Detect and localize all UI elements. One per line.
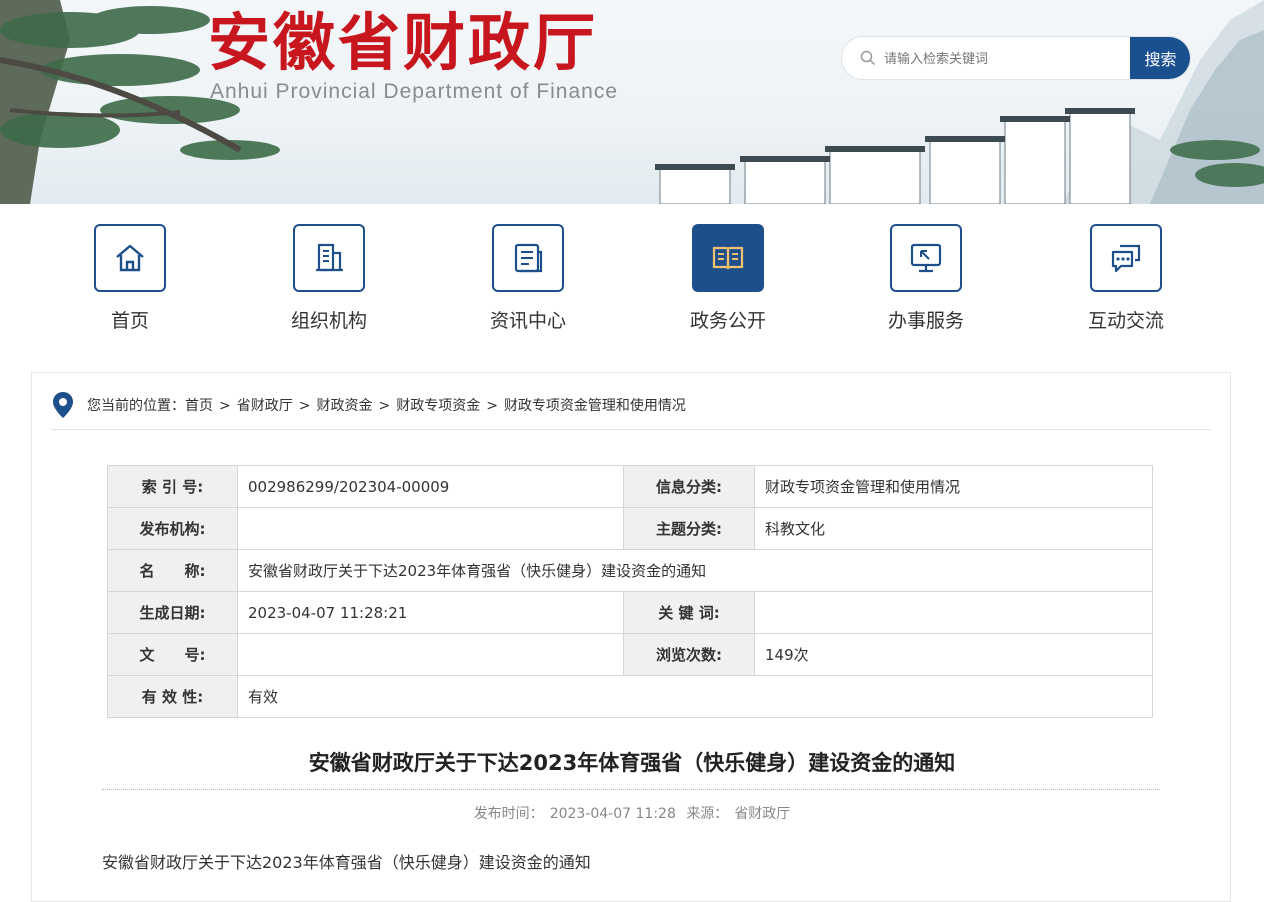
chat-icon [1111, 244, 1141, 273]
table-row: 生成日期: 2023-04-07 11:28:21 关 键 词: [107, 591, 1153, 634]
landscape-illustration [0, 0, 1264, 204]
breadcrumb-link-fund-management[interactable]: 财政专项资金管理和使用情况 [504, 398, 686, 414]
document-number-value [237, 633, 624, 676]
table-row: 发布机构: 主题分类: 科教文化 [107, 507, 1153, 550]
publisher-label: 发布机构: [107, 507, 238, 550]
search-box: 搜索 [841, 36, 1191, 80]
nav-label: 资讯中心 [489, 310, 566, 332]
site-subtitle: Anhui Provincial Department of Finance [210, 80, 619, 103]
main-nav: 首页 组织机构 资讯中心 政务公开 办事服务 互动交流 [0, 204, 1264, 354]
name-value: 安徽省财政厅关于下达2023年体育强省（快乐健身）建设资金的通知 [237, 549, 1153, 592]
nav-label: 办事服务 [887, 310, 964, 332]
search-input[interactable] [882, 37, 1126, 79]
breadcrumb-link-home[interactable]: 首页 [185, 398, 213, 414]
info-table: 索 引 号: 002986299/202304-00009 信息分类: 财政专项… [107, 465, 1153, 718]
monitor-icon [910, 243, 942, 273]
views-value: 149次 [754, 633, 1153, 676]
nav-icon-frame [492, 224, 564, 292]
nav-icon-frame [692, 224, 764, 292]
nav-label: 互动交流 [1087, 310, 1164, 332]
nav-icon-frame [890, 224, 962, 292]
document-number-label: 文 号: [107, 633, 238, 676]
nav-label: 政务公开 [689, 310, 766, 332]
published-value: 2023-04-07 11:28 [549, 806, 676, 822]
search-icon [860, 50, 876, 66]
location-pin-icon [53, 392, 73, 418]
date-value: 2023-04-07 11:28:21 [237, 591, 624, 634]
keywords-label: 关 键 词: [623, 591, 755, 634]
search-button[interactable]: 搜索 [1130, 37, 1190, 79]
article-body: 安徽省财政厅关于下达2023年体育强省（快乐健身）建设资金的通知 [102, 853, 591, 872]
breadcrumb-prefix: 您当前的位置： [87, 398, 185, 414]
date-label: 生成日期: [107, 591, 238, 634]
nav-item-services[interactable]: 办事服务 [866, 224, 986, 344]
content-panel: 您当前的位置：首页 > 省财政厅 > 财政资金 > 财政专项资金 > 财政专项资金管理和使用情况… [31, 372, 1231, 902]
nav-label: 组织机构 [290, 310, 367, 332]
nav-item-home[interactable]: 首页 [70, 224, 190, 344]
publisher-value [237, 507, 624, 550]
table-row: 索 引 号: 002986299/202304-00009 信息分类: 财政专项… [107, 465, 1153, 508]
breadcrumb-separator: > [378, 398, 391, 414]
book-icon [712, 246, 744, 270]
breadcrumb-separator: > [298, 398, 311, 414]
breadcrumb-separator: > [486, 398, 498, 414]
nav-item-organization[interactable]: 组织机构 [269, 224, 389, 344]
header-banner: 安徽省财政厅 Anhui Provincial Department of Fi… [0, 0, 1264, 204]
nav-label: 首页 [110, 310, 149, 332]
table-row: 有 效 性: 有效 [107, 675, 1153, 718]
nav-icon-frame [94, 224, 166, 292]
breadcrumb: 您当前的位置：首页 > 省财政厅 > 财政资金 > 财政专项资金 > 财政专项资金管理和使用情况 [51, 391, 1211, 430]
article-meta: 发布时间： 2023-04-07 11:28 来源： 省财政厅 [32, 803, 1232, 823]
category-value: 财政专项资金管理和使用情况 [754, 465, 1153, 508]
views-label: 浏览次数: [623, 633, 755, 676]
nav-item-news[interactable]: 资讯中心 [468, 224, 588, 344]
index-label: 索 引 号: [107, 465, 238, 508]
topic-label: 主题分类: [623, 507, 755, 550]
breadcrumb-link-department[interactable]: 省财政厅 [237, 398, 293, 414]
keywords-value [754, 591, 1153, 634]
breadcrumb-link-funds[interactable]: 财政资金 [316, 398, 372, 414]
article-divider [102, 789, 1160, 790]
published-label: 发布时间： [473, 806, 544, 822]
index-value: 002986299/202304-00009 [237, 465, 624, 508]
breadcrumb-link-special-funds[interactable]: 财政专项资金 [396, 398, 480, 414]
table-row: 名 称: 安徽省财政厅关于下达2023年体育强省（快乐健身）建设资金的通知 [107, 549, 1153, 592]
article-title: 安徽省财政厅关于下达2023年体育强省（快乐健身）建设资金的通知 [308, 751, 956, 775]
nav-item-interaction[interactable]: 互动交流 [1066, 224, 1186, 344]
document-icon [514, 243, 543, 273]
nav-icon-frame [1090, 224, 1162, 292]
site-title: 安徽省财政厅 [208, 6, 599, 79]
table-row: 文 号: 浏览次数: 149次 [107, 633, 1153, 676]
building-icon [316, 243, 343, 272]
breadcrumb-separator: > [219, 398, 231, 414]
nav-item-government-affairs[interactable]: 政务公开 [668, 224, 788, 344]
validity-label: 有 效 性: [107, 675, 238, 718]
home-icon [116, 244, 144, 272]
topic-value: 科教文化 [754, 507, 1153, 550]
validity-value: 有效 [237, 675, 1153, 718]
source-value: 省财政厅 [734, 806, 791, 822]
source-label: 来源： [686, 806, 729, 822]
category-label: 信息分类: [623, 465, 755, 508]
name-label: 名 称: [107, 549, 238, 592]
nav-icon-frame [293, 224, 365, 292]
